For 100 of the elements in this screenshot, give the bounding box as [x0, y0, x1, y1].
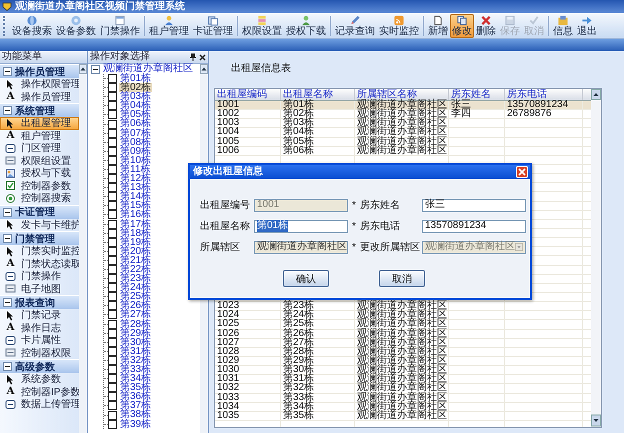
checkbox[interactable] — [108, 274, 117, 284]
tree-node[interactable]: 第30栋 — [119, 338, 152, 347]
menu-item[interactable]: 控制器搜索 — [0, 192, 79, 204]
tree-node[interactable]: 第19栋 — [119, 238, 152, 247]
toolbar-button[interactable]: 记录查询 — [333, 14, 377, 38]
tree-node[interactable]: 第34栋 — [119, 374, 152, 384]
tree-node[interactable]: 第01栋 — [119, 74, 152, 84]
tree-node[interactable]: 第31栋 — [119, 346, 152, 356]
tree-node[interactable]: 第14栋 — [119, 192, 152, 202]
checkbox[interactable] — [108, 220, 117, 229]
checkbox[interactable] — [108, 410, 117, 420]
toolbar-button[interactable]: 权限设置 — [240, 14, 284, 38]
checkbox[interactable] — [108, 92, 117, 102]
tree-node[interactable]: 第23栋 — [119, 274, 152, 284]
tree-node[interactable]: 第06栋 — [119, 119, 152, 129]
tree-node[interactable]: 第29栋 — [119, 328, 152, 338]
tree-node[interactable]: 第25栋 — [119, 292, 152, 302]
tree-node[interactable]: 第32栋 — [119, 356, 152, 365]
tree-node[interactable]: 第13栋 — [119, 183, 152, 192]
tree-node[interactable]: 第08栋 — [119, 138, 152, 147]
collapse-icon[interactable] — [3, 208, 12, 216]
tree-node[interactable]: 第33栋 — [119, 365, 152, 374]
close-button[interactable] — [516, 166, 528, 178]
collapse-icon[interactable] — [91, 64, 100, 74]
toolbar-button[interactable]: 信息 — [551, 14, 575, 38]
menu-item[interactable]: 门禁操作 — [0, 270, 79, 282]
tree-node[interactable]: 第03栋 — [119, 92, 152, 102]
tree-node[interactable]: 第21栋 — [119, 256, 152, 265]
tree-node[interactable]: 第22栋 — [119, 264, 152, 274]
tree-node[interactable]: 第04栋 — [119, 101, 152, 110]
collapse-icon[interactable] — [3, 234, 12, 243]
tree-node[interactable]: 第37栋 — [119, 401, 152, 410]
tree-node[interactable]: 第12栋 — [119, 174, 152, 184]
menu-item[interactable]: 门区管理 — [0, 142, 79, 154]
checkbox[interactable] — [108, 210, 117, 220]
checkbox[interactable] — [108, 101, 117, 110]
checkbox[interactable] — [108, 83, 117, 92]
input-field[interactable]: 张三 — [422, 198, 526, 212]
tree-node[interactable]: 第28栋 — [119, 320, 152, 329]
menu-item[interactable]: 控制器参数 — [0, 180, 79, 192]
toolbar-button[interactable]: 门禁操作 — [98, 14, 142, 38]
tree-node[interactable]: 第35栋 — [119, 383, 152, 392]
menu-item[interactable]: 电子地图 — [0, 282, 79, 295]
menu-item[interactable]: A 租户管理 — [0, 130, 79, 142]
tree-node[interactable]: 第39栋 — [119, 420, 152, 429]
checkbox[interactable] — [108, 74, 117, 84]
menu-item[interactable]: 出租屋管理 — [0, 117, 79, 130]
tree-node[interactable]: 第07栋 — [119, 128, 152, 138]
checkbox[interactable] — [108, 310, 117, 320]
column-header[interactable]: 出租屋名称 — [281, 89, 355, 100]
checkbox[interactable] — [108, 183, 117, 192]
collapse-icon[interactable] — [3, 362, 12, 371]
menu-item[interactable]: 系统参数 — [0, 373, 79, 386]
tree-node[interactable]: 第36栋 — [119, 392, 152, 402]
checkbox[interactable] — [108, 401, 117, 410]
column-header[interactable]: 出租屋编码 — [215, 89, 281, 100]
checkbox[interactable] — [108, 365, 117, 374]
checkbox[interactable] — [108, 174, 117, 184]
tree-node[interactable]: 第09栋 — [119, 146, 152, 156]
tree-node[interactable]: 第02栋 — [119, 83, 152, 92]
tree-node[interactable]: 第26栋 — [119, 301, 152, 310]
checkbox[interactable] — [108, 120, 117, 129]
tree-node[interactable]: 第15栋 — [119, 201, 152, 210]
toolbar-button[interactable]: 卡证管理 — [191, 14, 235, 38]
checkbox[interactable] — [108, 265, 117, 274]
checkbox[interactable] — [108, 283, 117, 292]
tree-node[interactable]: 观澜街道办章阁社区 — [103, 64, 193, 74]
menu-item[interactable]: 控制器权限 — [0, 346, 79, 359]
toolbar-button[interactable]: 新增 — [426, 14, 450, 38]
menu-item[interactable]: A 控制器IP参数 — [0, 386, 79, 398]
tree-node[interactable]: 第17栋 — [119, 220, 152, 229]
cancel-button[interactable]: 取消 — [379, 270, 425, 287]
tree-node[interactable]: 第20栋 — [119, 246, 152, 256]
checkbox[interactable] — [108, 383, 117, 392]
checkbox[interactable] — [108, 192, 117, 202]
tree-node[interactable]: 第27栋 — [119, 310, 152, 320]
table-row[interactable]: 1035 第35栋 观澜街道办章阁社区 — [215, 412, 591, 421]
tree-node[interactable]: 第16栋 — [119, 210, 152, 220]
tree-node[interactable]: 第38栋 — [119, 410, 152, 420]
toolbar-button[interactable]: 租户管理 — [147, 14, 191, 38]
menu-item[interactable]: 权限组设置 — [0, 154, 79, 167]
checkbox[interactable] — [108, 374, 117, 384]
checkbox[interactable] — [108, 320, 117, 329]
tree-node[interactable]: 第10栋 — [119, 156, 152, 165]
confirm-button[interactable]: 确认 — [283, 270, 329, 287]
checkbox[interactable] — [108, 110, 117, 120]
toolbar-button[interactable]: 实时监控 — [377, 14, 421, 38]
toolbar-button[interactable]: 修改 — [450, 14, 474, 38]
collapse-icon[interactable] — [3, 67, 12, 76]
tree-node[interactable]: 第11栋 — [119, 164, 152, 174]
menu-item[interactable]: 门禁记录 — [0, 309, 79, 322]
menu-item[interactable]: A 操作员管理 — [0, 90, 79, 103]
menu-item[interactable]: 授权与下载 — [0, 167, 79, 180]
input-field[interactable]: 第01栋 — [254, 220, 348, 232]
input-field[interactable]: 13570891234 — [422, 220, 526, 232]
toolbar-button[interactable]: 授权下载 — [284, 14, 328, 38]
checkbox[interactable] — [108, 201, 117, 210]
table-row[interactable]: 1006 第06栋 观澜街道办章阁社区 — [215, 146, 591, 156]
toolbar-button[interactable]: 设备参数 — [54, 14, 98, 38]
tree-node[interactable]: 第24栋 — [119, 283, 152, 292]
